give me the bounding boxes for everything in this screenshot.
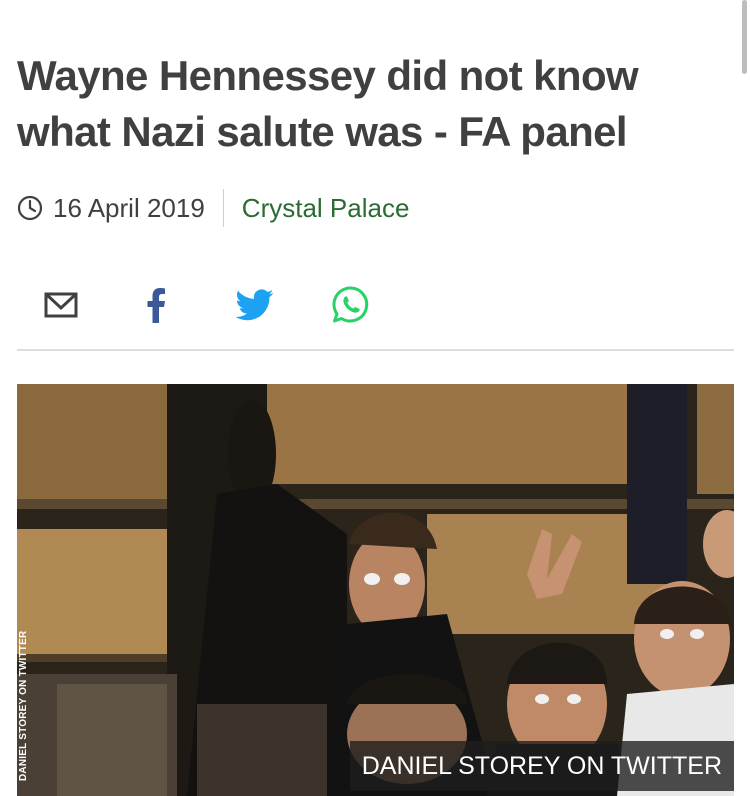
article-headline: Wayne Hennessey did not know what Nazi s… [17,52,639,155]
photo-credit-vertical: DANIEL STOREY ON TWITTER [18,626,32,781]
facebook-icon [147,288,165,323]
article-meta: 16 April 2019 Crystal Palace [17,188,409,228]
topic-link[interactable]: Crystal Palace [242,193,410,224]
article-photo [17,384,734,796]
scrollbar[interactable] [742,0,747,74]
meta-divider [222,189,224,227]
share-bar [0,280,750,330]
twitter-icon [236,289,274,321]
share-facebook-button[interactable] [131,280,181,330]
share-whatsapp-button[interactable] [326,280,376,330]
photo-scene [17,384,734,796]
article-date: 16 April 2019 [53,192,205,223]
whatsapp-icon [332,286,369,323]
photo-credit-vertical-text: DANIEL STOREY ON TWITTER [18,630,29,781]
photo-caption: DANIEL STOREY ON TWITTER [349,741,734,791]
share-twitter-button[interactable] [230,280,280,330]
share-email-button[interactable] [36,280,86,330]
clock-icon [17,195,43,221]
email-icon [44,292,78,318]
divider [17,349,734,351]
